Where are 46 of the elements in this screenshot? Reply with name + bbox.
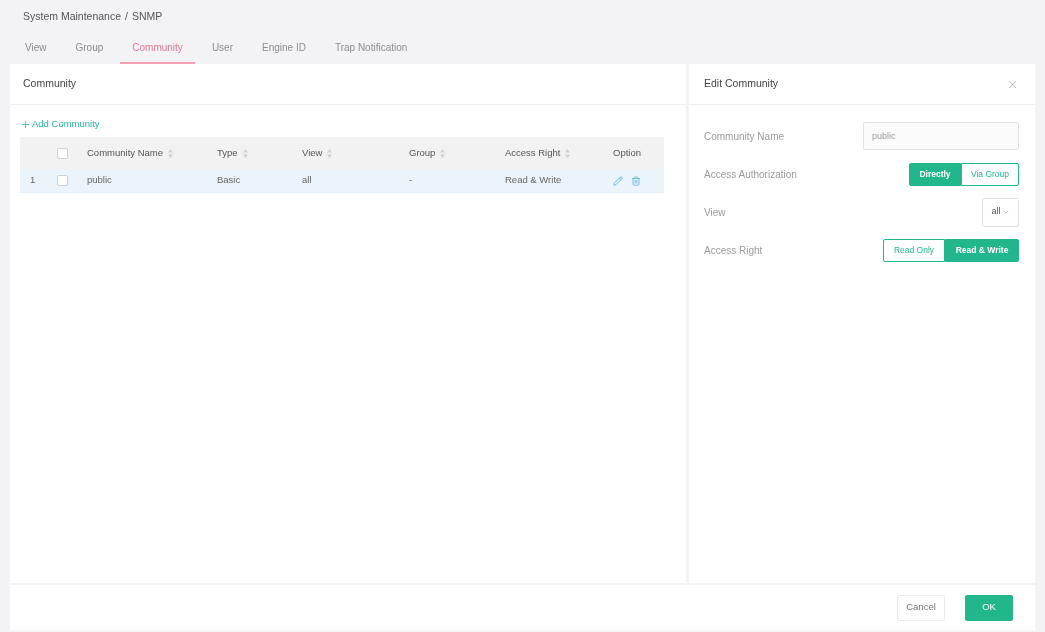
table-cell: public [87,174,112,186]
tab[interactable]: Engine ID [250,34,318,64]
breadcrumb-item: SNMP [132,9,163,25]
table-cell: Read & Write [505,174,562,186]
trash-icon[interactable] [631,175,641,186]
table-cell: all [302,174,312,186]
checkbox[interactable] [57,147,68,159]
segment-option[interactable]: Read & Write [945,238,1019,262]
segment-option[interactable]: Via Group [961,162,1019,186]
tab[interactable]: Trap Notification [322,34,420,64]
segment-option[interactable]: Read Only [883,238,945,262]
sort-icon[interactable] [327,148,333,158]
table-cell: Basic [217,174,241,186]
add-community-button[interactable]: Add Community [20,115,100,133]
column-header[interactable]: Type [217,145,248,161]
table-row[interactable]: 1 public Basic all - Read & Write [20,169,664,193]
sort-icon[interactable] [168,148,174,158]
column-header: Option [613,145,641,160]
row-index: 1 [30,174,36,186]
sort-icon[interactable] [565,148,571,158]
panel-title: Community [23,76,77,92]
checkbox[interactable] [57,175,68,186]
field-label: Access Authorization [704,167,797,182]
tab[interactable]: View [13,34,59,64]
column-header[interactable]: Access Right [505,145,571,161]
breadcrumb-separator: / [125,9,128,25]
field-label: Access Right [704,243,763,258]
breadcrumb-item[interactable]: System Maintenance [23,9,122,25]
column-header[interactable]: Community Name [87,145,174,161]
chevron-down-icon [1001,208,1010,216]
tab[interactable]: Group [63,34,116,64]
column-header[interactable]: Group [409,145,446,161]
sort-icon[interactable] [242,148,248,158]
field-label: View [704,205,726,220]
segment-option[interactable]: Directly [909,162,961,186]
column-header[interactable]: View [302,145,333,161]
table-cell: - [409,174,413,186]
plus-icon [20,118,31,130]
cancel-button[interactable]: Cancel [897,594,945,621]
sort-icon[interactable] [440,148,446,158]
edit-icon[interactable] [613,175,623,186]
field-label: Community Name [704,129,785,144]
panel-title: Edit Community [704,76,779,92]
tab[interactable]: User [199,34,245,64]
ok-button[interactable]: OK [965,594,1013,621]
view-select[interactable]: all [982,197,1019,227]
